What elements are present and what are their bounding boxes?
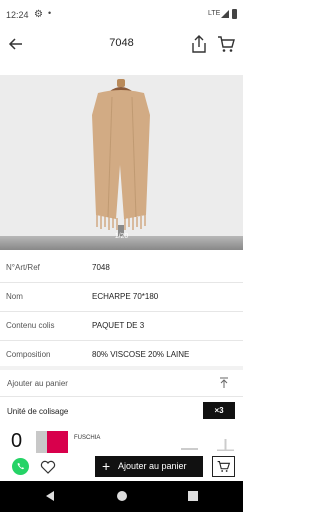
share-icon[interactable] [190, 34, 208, 54]
heart-icon[interactable] [40, 459, 56, 475]
attribute-key: Composition [6, 350, 51, 359]
packaging-unit-row: Unité de colisage ×3 [0, 397, 243, 425]
whatsapp-icon[interactable] [12, 458, 29, 475]
scarf-image [0, 75, 243, 250]
home-nav-icon[interactable] [116, 490, 128, 502]
quantity-value: 0 [11, 430, 23, 452]
color-name: FUSCHIA [74, 435, 101, 441]
signal-icon [221, 10, 229, 18]
status-time: 12:24 [6, 10, 29, 20]
packaging-unit-badge: ×3 [203, 402, 235, 419]
attribute-table: N°Art/Ref 7048 Nom ECHARPE 70*180 Conten… [0, 254, 243, 370]
add-to-cart-section-header[interactable]: Ajouter au panier [0, 370, 243, 397]
cart-icon [217, 460, 231, 472]
add-to-cart-label: Ajouter au panier [118, 461, 187, 471]
bottom-action-bar: + Ajouter au panier [0, 453, 243, 481]
cart-button[interactable] [212, 456, 235, 477]
attribute-row: N°Art/Ref 7048 [0, 254, 243, 283]
attribute-value: 7048 [92, 263, 110, 272]
color-variant-row: 0 FUSCHIA [0, 428, 243, 456]
system-navigation-bar [0, 481, 243, 512]
gear-icon: ⚙ [34, 9, 43, 20]
plus-icon: + [102, 458, 111, 474]
product-image[interactable] [0, 75, 243, 250]
back-arrow-icon[interactable] [6, 34, 26, 54]
increase-quantity-button[interactable] [217, 439, 234, 451]
attribute-key: N°Art/Ref [6, 263, 40, 272]
attribute-value: PAQUET DE 3 [92, 321, 145, 330]
attribute-value: 80% VISCOSE 20% LAINE [92, 350, 190, 359]
back-nav-icon[interactable] [44, 490, 56, 502]
add-to-cart-section-label: Ajouter au panier [7, 379, 68, 388]
attribute-value: ECHARPE 70*180 [92, 292, 159, 301]
app-bar: 7048 [0, 30, 243, 58]
packaging-unit-label: Unité de colisage [7, 407, 69, 416]
battery-icon [232, 9, 237, 19]
notification-dot-icon: • [48, 8, 52, 18]
add-to-cart-button[interactable]: + Ajouter au panier [95, 456, 203, 477]
cart-icon[interactable] [217, 35, 235, 53]
page-title: 7048 [109, 37, 134, 49]
collapse-icon[interactable] [219, 377, 229, 389]
gallery-counter: 1/20 [114, 233, 129, 240]
attribute-key: Nom [6, 292, 23, 301]
attribute-row: Nom ECHARPE 70*180 [0, 283, 243, 312]
status-bar: 12:24 ⚙ • LTE [0, 0, 243, 30]
decrease-quantity-button[interactable] [181, 448, 198, 450]
attribute-row: Contenu colis PAQUET DE 3 [0, 312, 243, 341]
recents-nav-icon[interactable] [187, 490, 199, 502]
attribute-key: Contenu colis [6, 321, 55, 330]
network-type: LTE [208, 10, 221, 17]
